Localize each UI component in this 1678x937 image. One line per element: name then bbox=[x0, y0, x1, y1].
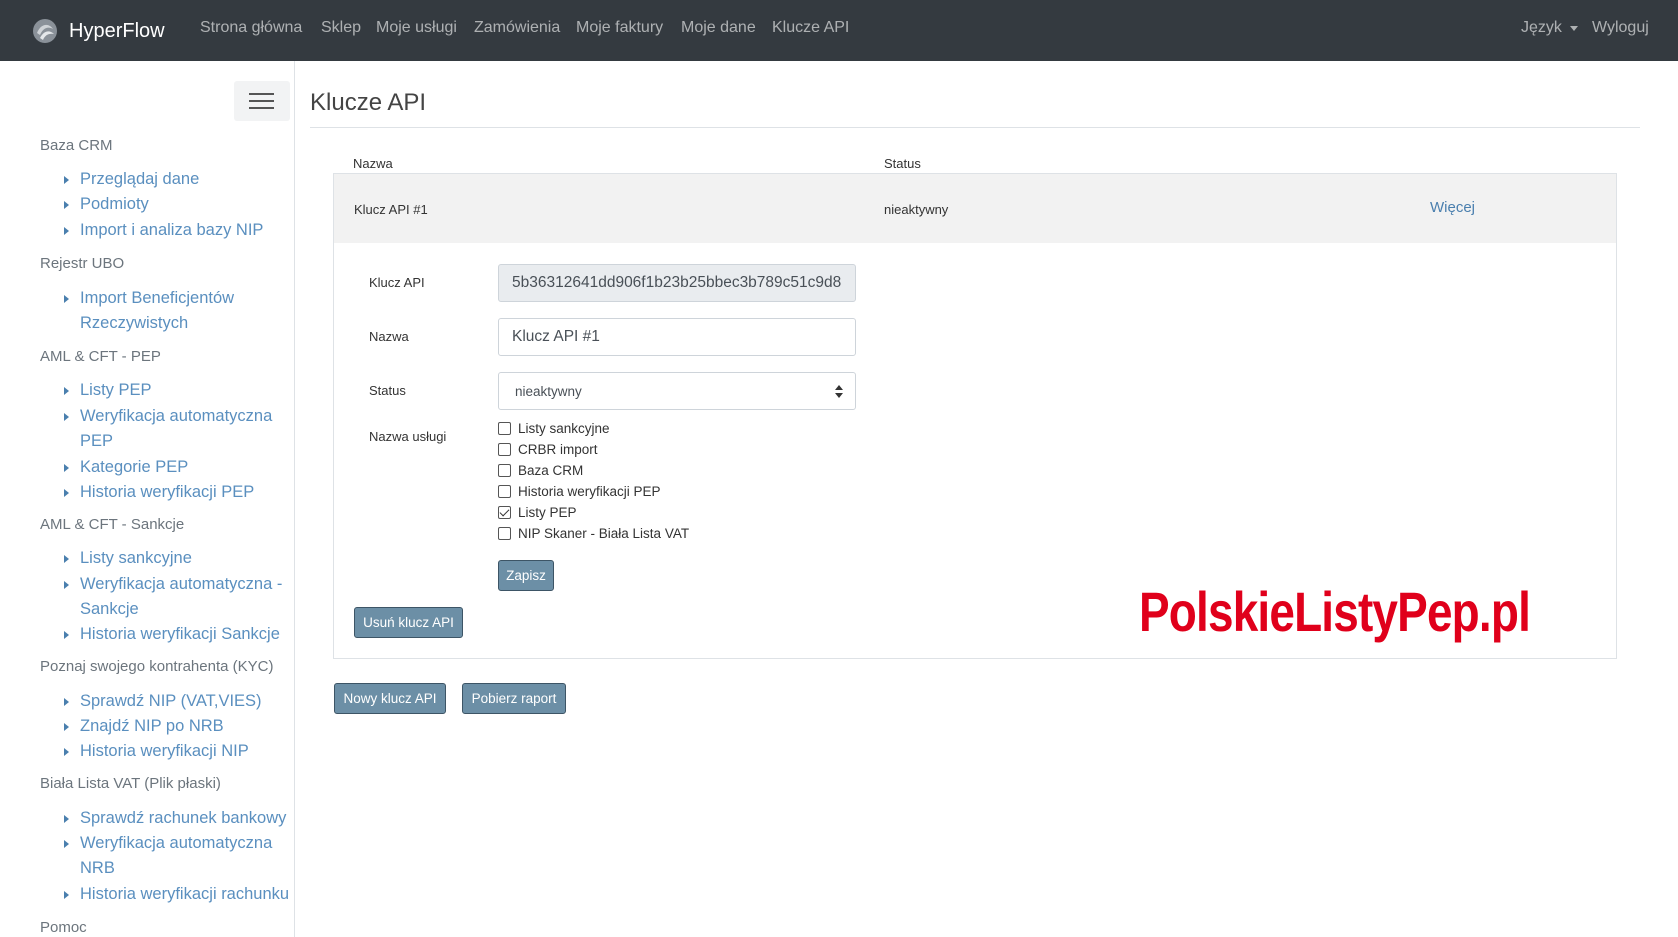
caret-right-icon bbox=[64, 555, 69, 563]
sidebar-item-sanctions-auto-verification[interactable]: Weryfikacja automatyczna - Sankcje bbox=[64, 572, 294, 622]
sidebar-item-pep-categories[interactable]: Kategorie PEP bbox=[64, 455, 188, 480]
caret-right-icon bbox=[64, 631, 69, 639]
status-select[interactable]: nieaktywny bbox=[498, 372, 856, 410]
select-arrows-icon bbox=[835, 385, 843, 399]
save-button[interactable]: Zapisz bbox=[498, 560, 554, 591]
sidebar-item-pep-history[interactable]: Historia weryfikacji PEP bbox=[64, 480, 254, 505]
service-checkbox-row[interactable]: CRBR import bbox=[498, 442, 598, 457]
top-navbar: HyperFlow Strona główna Sklep Moje usług… bbox=[0, 0, 1678, 61]
caret-right-icon bbox=[64, 815, 69, 823]
nav-shop[interactable]: Sklep bbox=[321, 19, 361, 37]
checkbox[interactable] bbox=[498, 422, 511, 435]
sidebar-item-account-history[interactable]: Historia weryfikacji rachunku bbox=[64, 882, 289, 907]
sidebar-item-pep-lists[interactable]: Listy PEP bbox=[64, 378, 152, 403]
sidebar-item-check-bank-account[interactable]: Sprawdź rachunek bankowy bbox=[64, 806, 286, 831]
sidebar-section-baza-crm: Baza CRM bbox=[40, 137, 113, 154]
checkbox[interactable] bbox=[498, 485, 511, 498]
sidebar-item-pep-auto-verification[interactable]: Weryfikacja automatyczna PEP bbox=[64, 404, 294, 454]
service-checkbox-row[interactable]: Historia weryfikacji PEP bbox=[498, 484, 661, 499]
sidebar-section-ubo: Rejestr UBO bbox=[40, 255, 125, 272]
language-dropdown[interactable]: Język bbox=[1521, 19, 1578, 37]
sidebar-section-aml-pep: AML & CFT - PEP bbox=[40, 348, 161, 365]
nav-api-keys[interactable]: Klucze API bbox=[772, 19, 849, 37]
delete-api-key-button[interactable]: Usuń klucz API bbox=[354, 607, 463, 638]
sidebar-item-find-nip-by-nrb[interactable]: Znajdź NIP po NRB bbox=[64, 714, 224, 739]
checkbox[interactable] bbox=[498, 464, 511, 477]
brand-logo-icon bbox=[33, 19, 57, 43]
caret-right-icon bbox=[64, 227, 69, 235]
status-select-value: nieaktywny bbox=[515, 383, 582, 399]
sidebar-item-entities[interactable]: Podmioty bbox=[64, 192, 149, 217]
checkbox-checked[interactable] bbox=[498, 506, 511, 519]
nav-home[interactable]: Strona główna bbox=[200, 19, 302, 37]
sidebar-item-nrb-auto-verification[interactable]: Weryfikacja automatyczna NRB bbox=[64, 831, 294, 881]
sidebar-section-aml-sanctions: AML & CFT - Sankcje bbox=[40, 516, 185, 533]
caret-right-icon bbox=[64, 748, 69, 756]
table-row bbox=[333, 173, 1617, 244]
sidebar-section-white-list: Biała Lista VAT (Plik płaski) bbox=[40, 775, 221, 792]
caret-right-icon bbox=[64, 840, 69, 848]
nav-my-services[interactable]: Moje usługi bbox=[376, 19, 457, 37]
caret-right-icon bbox=[64, 464, 69, 472]
watermark: PolskieListyPep.pl bbox=[1139, 580, 1531, 643]
caret-right-icon bbox=[64, 295, 69, 303]
new-api-key-button[interactable]: Nowy klucz API bbox=[334, 683, 446, 714]
sidebar-item-nip-history[interactable]: Historia weryfikacji NIP bbox=[64, 739, 249, 764]
caret-right-icon bbox=[64, 387, 69, 395]
caret-right-icon bbox=[64, 413, 69, 421]
caret-right-icon bbox=[64, 581, 69, 589]
nav-my-invoices[interactable]: Moje faktury bbox=[576, 19, 663, 37]
status-label: Status bbox=[369, 383, 406, 398]
sidebar-item-import-nip[interactable]: Import i analiza bazy NIP bbox=[64, 218, 263, 243]
column-header-status: Status bbox=[884, 156, 921, 171]
api-key-field[interactable]: 5b36312641dd906f1b23b25bbec3b789c51c9d8 bbox=[498, 264, 856, 302]
sidebar-item-sanctions-history[interactable]: Historia weryfikacji Sankcje bbox=[64, 622, 280, 647]
sidebar-item-check-nip[interactable]: Sprawdź NIP (VAT,VIES) bbox=[64, 689, 262, 714]
row-name: Klucz API #1 bbox=[354, 202, 428, 217]
caret-down-icon bbox=[1569, 25, 1578, 31]
brand[interactable]: HyperFlow bbox=[31, 16, 165, 46]
caret-right-icon bbox=[64, 891, 69, 899]
caret-right-icon bbox=[64, 723, 69, 731]
nav-orders[interactable]: Zamówienia bbox=[474, 19, 560, 37]
sidebar-section-help[interactable]: Pomoc bbox=[40, 919, 87, 936]
sidebar-item-sanction-lists[interactable]: Listy sankcyjne bbox=[64, 546, 192, 571]
service-checkbox-row[interactable]: NIP Skaner - Biała Lista VAT bbox=[498, 526, 689, 541]
sidebar-item-browse-data[interactable]: Przeglądaj dane bbox=[64, 167, 199, 192]
service-checkbox-row[interactable]: Baza CRM bbox=[498, 463, 583, 478]
nav-my-data[interactable]: Moje dane bbox=[681, 19, 756, 37]
language-label: Język bbox=[1521, 19, 1562, 36]
download-report-button[interactable]: Pobierz raport bbox=[462, 683, 566, 714]
hamburger-menu-icon[interactable] bbox=[234, 81, 290, 121]
service-checkbox-row[interactable]: Listy PEP bbox=[498, 505, 577, 520]
caret-right-icon bbox=[64, 489, 69, 497]
name-field[interactable]: Klucz API #1 bbox=[498, 318, 856, 356]
divider bbox=[310, 127, 1640, 128]
api-key-label: Klucz API bbox=[369, 275, 425, 290]
logout-link[interactable]: Wyloguj bbox=[1592, 19, 1649, 37]
service-checkbox-row[interactable]: Listy sankcyjne bbox=[498, 421, 610, 436]
brand-name: HyperFlow bbox=[69, 19, 165, 42]
checkbox[interactable] bbox=[498, 527, 511, 540]
more-link[interactable]: Więcej bbox=[1430, 199, 1475, 216]
page-title: Klucze API bbox=[310, 89, 427, 116]
sidebar-item-import-beneficiaries[interactable]: Import Beneficjentów Rzeczywistych bbox=[64, 286, 294, 336]
column-header-name: Nazwa bbox=[353, 156, 393, 171]
checkbox[interactable] bbox=[498, 443, 511, 456]
name-label: Nazwa bbox=[369, 329, 409, 344]
caret-right-icon bbox=[64, 698, 69, 706]
caret-right-icon bbox=[64, 176, 69, 184]
caret-right-icon bbox=[64, 201, 69, 209]
sidebar-section-kyc: Poznaj swojego kontrahenta (KYC) bbox=[40, 658, 274, 675]
row-status: nieaktywny bbox=[884, 202, 949, 217]
services-label: Nazwa usługi bbox=[369, 429, 447, 444]
